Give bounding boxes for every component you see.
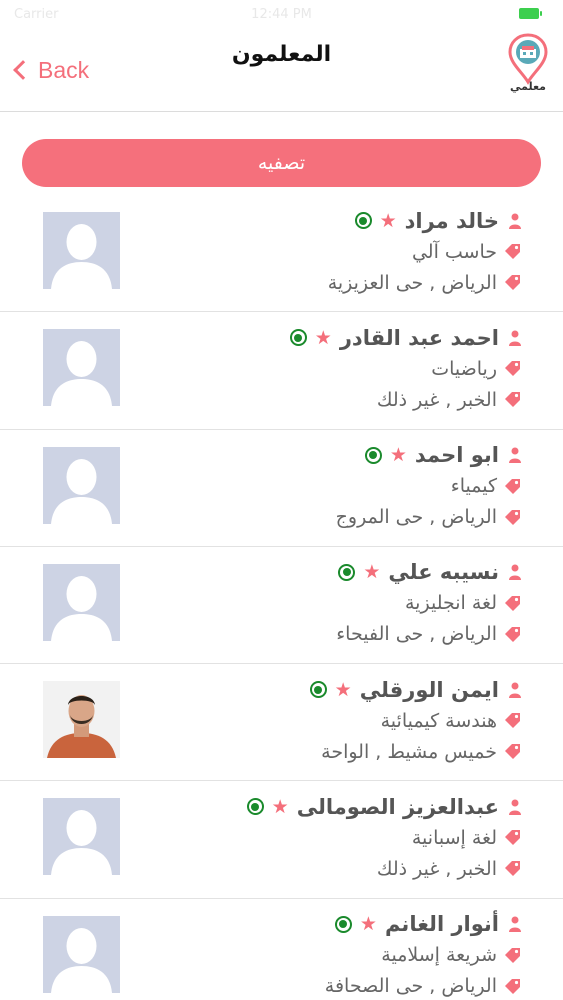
teacher-info: ابو احمد ★ كيمياء الرياض , حى المروج — [81, 440, 521, 533]
teacher-location: الرياض , حى العزيزية — [327, 271, 497, 294]
status-time: 12:44 PM — [251, 7, 312, 22]
teacher-row[interactable]: خالد مراد ★ حاسب آلي الرياض , حى العزيزي… — [0, 195, 563, 313]
teacher-name: خالد مراد — [404, 208, 499, 233]
tag-icon — [505, 392, 520, 408]
person-icon — [509, 213, 521, 229]
teacher-name: أنوار الغانم — [384, 912, 499, 937]
teacher-subject-line: كيمياء — [81, 471, 521, 502]
person-icon — [509, 799, 521, 815]
teacher-subject-line: حاسب آلي — [81, 236, 521, 267]
tag-icon — [505, 361, 520, 377]
teacher-location-line: الخبر , غير ذلك — [81, 853, 521, 884]
online-status-icon — [364, 446, 382, 464]
star-icon: ★ — [363, 561, 381, 584]
star-icon: ★ — [379, 209, 397, 232]
teacher-name: ابو احمد — [414, 443, 499, 468]
star-icon: ★ — [389, 444, 407, 467]
teacher-name-line: أنوار الغانم ★ — [81, 909, 521, 940]
person-icon — [509, 330, 521, 346]
tag-icon — [505, 830, 520, 846]
teacher-location: الرياض , حى الفيحاء — [336, 623, 497, 646]
teacher-row[interactable]: أنوار الغانم ★ شريعة إسلامية الرياض , حى… — [0, 899, 563, 1000]
online-status-icon — [354, 212, 372, 229]
teacher-location: الرياض , حى الصحافة — [324, 975, 497, 998]
online-status-icon — [338, 563, 356, 581]
teacher-row[interactable]: ايمن الورقلي ★ هندسة كيميائية خميس مشيط … — [0, 664, 563, 782]
teacher-row[interactable]: نسيبه علي ★ لغة انجليزية الرياض , حى الف… — [0, 547, 563, 665]
teacher-subject: كيمياء — [450, 475, 497, 498]
teacher-location-line: الرياض , حى العزيزية — [81, 267, 521, 298]
tag-icon — [505, 626, 520, 642]
tag-icon — [505, 744, 520, 760]
battery-icon — [519, 8, 542, 19]
teacher-location-line: الخبر , غير ذلك — [81, 384, 521, 415]
status-bar: Carrier 12:44 PM — [0, 0, 563, 30]
person-icon — [509, 916, 521, 933]
teacher-name: عبدالعزيز الصومالى — [296, 794, 499, 819]
teacher-location: الرياض , حى المروج — [335, 506, 497, 529]
teachers-list: خالد مراد ★ حاسب آلي الرياض , حى العزيزي… — [0, 195, 563, 1000]
teacher-subject-line: شريعة إسلامية — [81, 940, 521, 971]
teacher-location: خميس مشيط , الواحة — [321, 740, 497, 763]
star-icon: ★ — [334, 678, 352, 701]
teacher-location: الخبر , غير ذلك — [376, 857, 497, 880]
teacher-subject: هندسة كيميائية — [380, 709, 497, 732]
online-status-icon — [289, 329, 307, 347]
star-icon: ★ — [359, 913, 377, 936]
teacher-location-line: خميس مشيط , الواحة — [81, 736, 521, 767]
teacher-info: خالد مراد ★ حاسب آلي الرياض , حى العزيزي… — [81, 205, 521, 298]
online-status-icon — [334, 915, 352, 933]
tag-icon — [505, 244, 520, 259]
navigation-bar: Back المعلمون معلمي — [0, 30, 563, 112]
teacher-info: ايمن الورقلي ★ هندسة كيميائية خميس مشيط … — [81, 674, 521, 767]
page-title: المعلمون — [231, 42, 332, 67]
teacher-subject: شريعة إسلامية — [381, 944, 497, 967]
tag-icon — [505, 713, 520, 729]
teacher-location-line: الرياض , حى الفيحاء — [81, 619, 521, 650]
teacher-subject: حاسب آلي — [411, 240, 497, 263]
teacher-name: احمد عبد القادر — [339, 325, 499, 350]
teacher-name: نسيبه علي — [388, 560, 499, 585]
star-icon: ★ — [314, 326, 332, 349]
teacher-info: أنوار الغانم ★ شريعة إسلامية الرياض , حى… — [81, 909, 521, 1000]
tag-icon — [505, 509, 520, 525]
tag-icon — [505, 595, 520, 611]
teacher-name-line: عبدالعزيز الصومالى ★ — [81, 791, 521, 822]
teacher-name-line: خالد مراد ★ — [81, 205, 521, 236]
teacher-subject-line: رياضيات — [81, 353, 521, 384]
person-icon — [509, 447, 521, 464]
teacher-name-line: نسيبه علي ★ — [81, 557, 521, 588]
person-icon — [509, 682, 521, 698]
online-status-icon — [246, 798, 264, 816]
teacher-location-line: الرياض , حى المروج — [81, 502, 521, 533]
teacher-name-line: احمد عبد القادر ★ — [81, 322, 521, 353]
teacher-info: عبدالعزيز الصومالى ★ لغة إسبانية الخبر ,… — [81, 791, 521, 884]
teacher-row[interactable]: عبدالعزيز الصومالى ★ لغة إسبانية الخبر ,… — [0, 781, 563, 899]
teacher-info: احمد عبد القادر ★ رياضيات الخبر , غير ذل… — [81, 322, 521, 415]
teacher-subject: رياضيات — [431, 357, 497, 380]
tag-icon — [505, 861, 520, 877]
teacher-name: ايمن الورقلي — [359, 677, 499, 702]
tag-icon — [505, 947, 520, 963]
teacher-info: نسيبه علي ★ لغة انجليزية الرياض , حى الف… — [81, 557, 521, 650]
teacher-subject-line: هندسة كيميائية — [81, 705, 521, 736]
tag-icon — [505, 978, 520, 994]
teacher-location: الخبر , غير ذلك — [376, 388, 497, 411]
star-icon: ★ — [271, 795, 289, 818]
teacher-name-line: ابو احمد ★ — [81, 440, 521, 471]
teacher-subject-line: لغة إسبانية — [81, 822, 521, 853]
teacher-subject-line: لغة انجليزية — [81, 588, 521, 619]
logo-label: معلمي — [509, 80, 546, 93]
teacher-location-line: الرياض , حى الصحافة — [81, 971, 521, 1000]
teacher-row[interactable]: احمد عبد القادر ★ رياضيات الخبر , غير ذل… — [0, 312, 563, 430]
filter-button[interactable]: تصفيه — [22, 139, 541, 187]
tag-icon — [505, 275, 520, 290]
online-status-icon — [309, 681, 327, 699]
teacher-subject: لغة انجليزية — [405, 592, 497, 615]
teacher-subject: لغة إسبانية — [411, 826, 497, 849]
person-icon — [509, 564, 521, 581]
tag-icon — [505, 478, 520, 494]
teacher-row[interactable]: ابو احمد ★ كيمياء الرياض , حى المروج — [0, 430, 563, 547]
teacher-name-line: ايمن الورقلي ★ — [81, 674, 521, 705]
